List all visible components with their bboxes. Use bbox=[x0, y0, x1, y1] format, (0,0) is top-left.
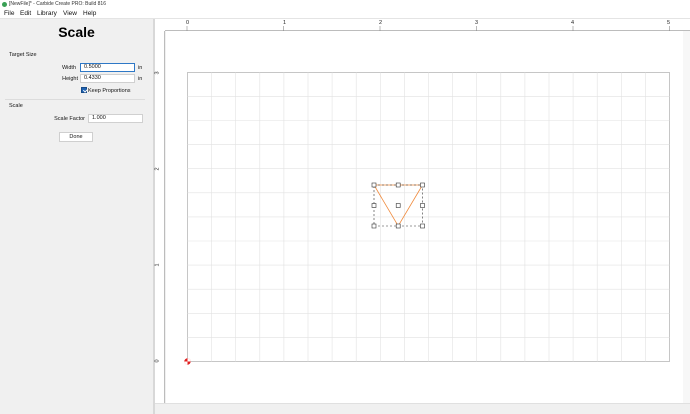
handle-bottom-right[interactable] bbox=[420, 223, 425, 229]
handle-top-left[interactable] bbox=[371, 182, 377, 188]
handle-top-right[interactable] bbox=[420, 182, 425, 188]
height-input[interactable]: 0.4330 bbox=[80, 74, 135, 83]
ruler-v-label-0: 0 bbox=[154, 359, 161, 363]
window-title: [NewFile]* - Carbide Create PRO: Build 8… bbox=[9, 1, 106, 7]
width-label: Width bbox=[61, 65, 76, 71]
height-label: Height bbox=[62, 76, 78, 82]
ruler-v-label-2: 2 bbox=[154, 167, 161, 171]
canvas-grid bbox=[184, 72, 670, 365]
scale-section-label: Scale bbox=[9, 103, 23, 109]
horizontal-ruler-ticks bbox=[186, 26, 670, 31]
menu-bar: File Edit Library View Help bbox=[0, 9, 690, 19]
menu-view[interactable]: View bbox=[63, 10, 77, 17]
app-icon bbox=[2, 2, 7, 7]
ruler-v-label-3: 3 bbox=[154, 71, 161, 75]
height-unit: in bbox=[138, 76, 143, 82]
menu-library[interactable]: Library bbox=[37, 10, 57, 17]
keep-proportions-label: Keep Proportions bbox=[88, 87, 131, 94]
handle-bottom-center[interactable] bbox=[395, 223, 401, 229]
handle-middle-left[interactable] bbox=[371, 203, 377, 208]
handle-bottom-left[interactable] bbox=[371, 223, 377, 229]
title-bar: [NewFile]* - Carbide Create PRO: Build 8… bbox=[0, 0, 690, 9]
width-unit: in bbox=[138, 65, 143, 71]
scale-panel: Scale Target Size Width 0.5000 in Height… bbox=[0, 19, 153, 414]
menu-file[interactable]: File bbox=[4, 10, 14, 17]
section-divider bbox=[5, 99, 145, 100]
vertical-ruler: 0 1 2 3 bbox=[155, 31, 165, 414]
keep-proportions-checkbox[interactable] bbox=[81, 87, 87, 93]
origin-marker-icon bbox=[184, 358, 191, 365]
scale-factor-label: Scale Factor bbox=[54, 116, 85, 122]
ruler-v-label-1: 1 bbox=[154, 263, 161, 267]
width-input[interactable]: 0.5000 bbox=[80, 63, 135, 72]
design-canvas[interactable] bbox=[166, 31, 690, 403]
target-size-label: Target Size bbox=[9, 52, 37, 58]
menu-edit[interactable]: Edit bbox=[20, 10, 31, 17]
handle-center[interactable] bbox=[395, 203, 401, 208]
panel-title: Scale bbox=[58, 24, 95, 40]
scale-factor-input[interactable]: 1.000 bbox=[88, 114, 143, 123]
vertical-scrollbar[interactable] bbox=[683, 31, 690, 403]
horizontal-ruler: 0 1 2 3 4 5 bbox=[165, 19, 690, 31]
menu-help[interactable]: Help bbox=[83, 10, 96, 17]
done-button[interactable]: Done bbox=[59, 132, 93, 142]
handle-middle-right[interactable] bbox=[420, 203, 425, 208]
handle-top-center[interactable] bbox=[395, 182, 401, 188]
ruler-corner bbox=[155, 19, 165, 31]
horizontal-scrollbar[interactable] bbox=[155, 403, 690, 414]
